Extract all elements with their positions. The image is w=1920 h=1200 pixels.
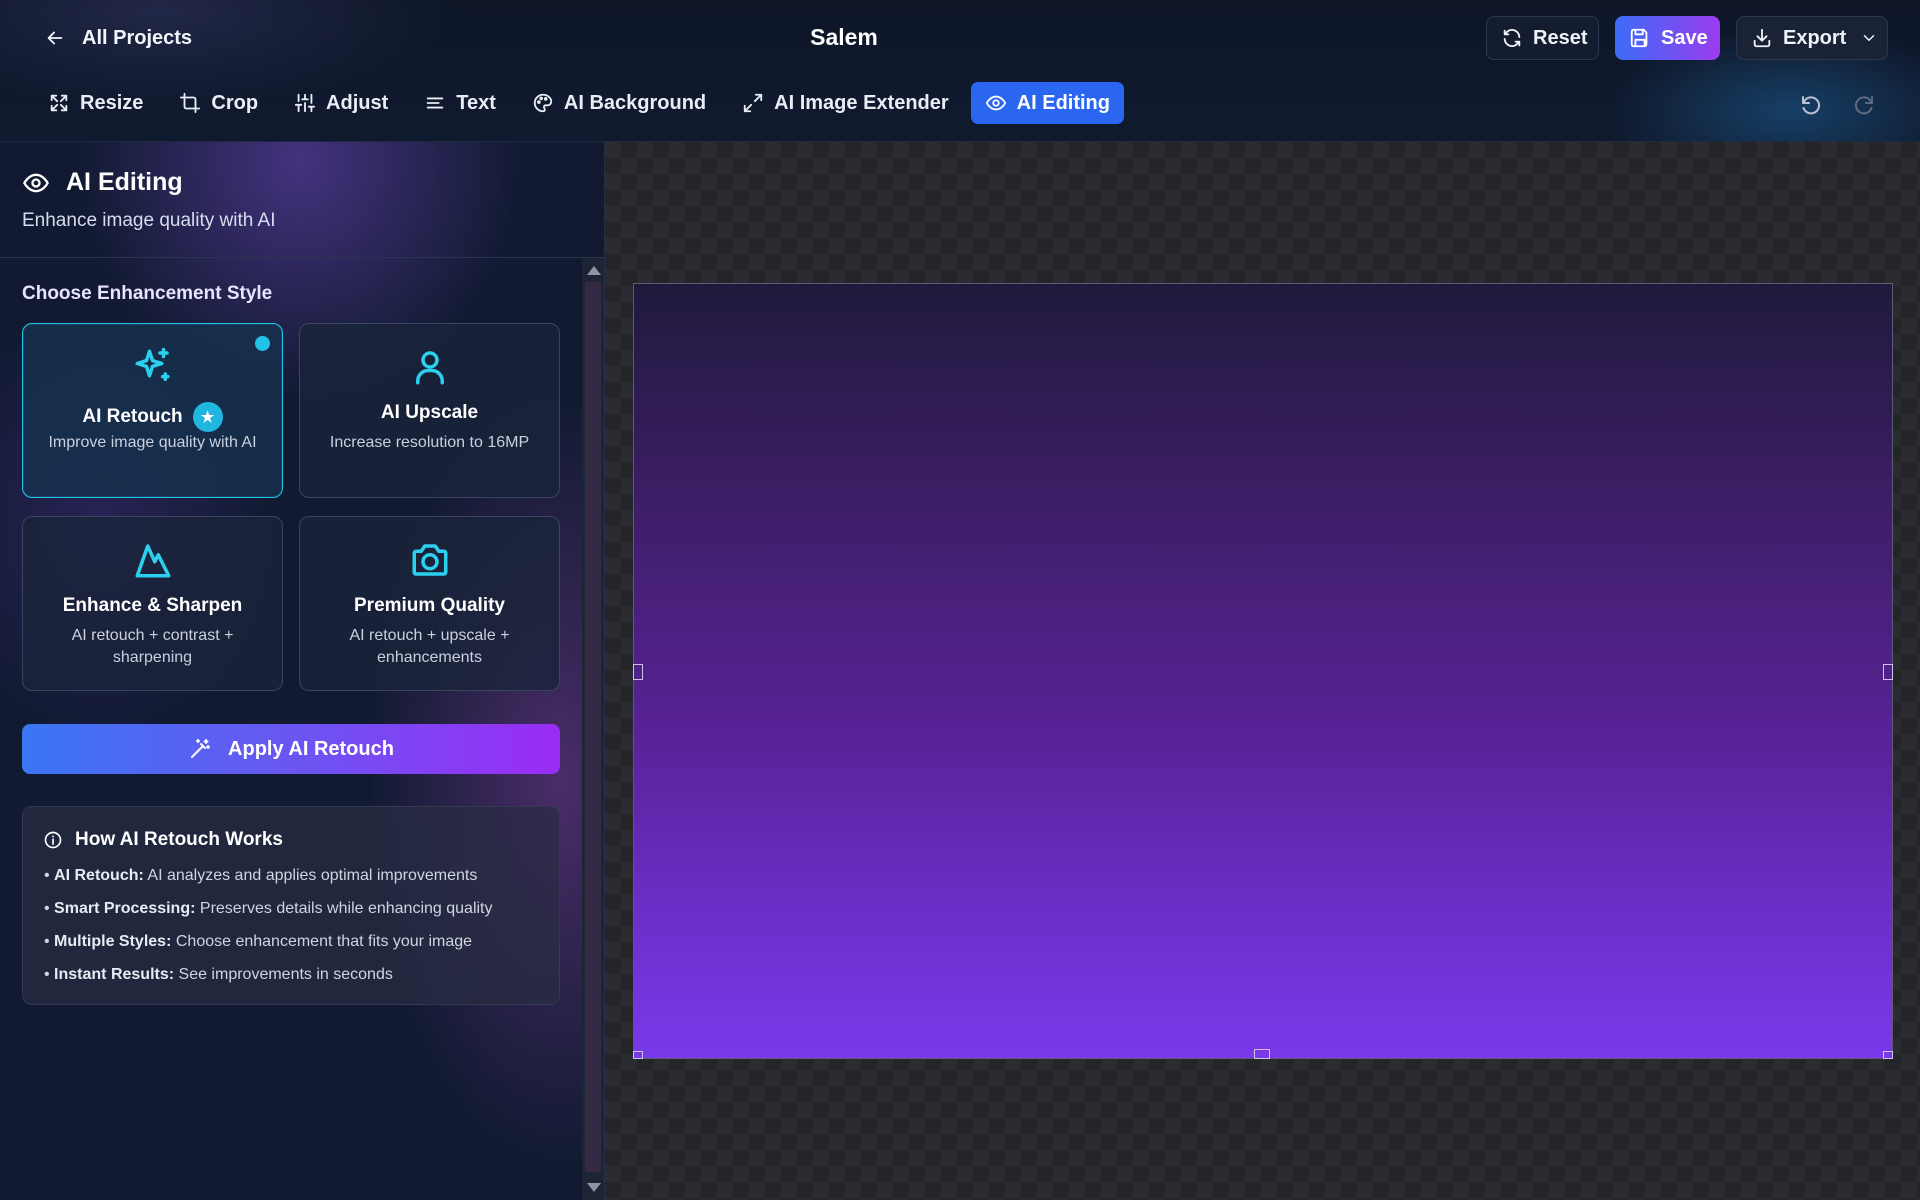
section-label: Choose Enhancement Style: [22, 283, 273, 304]
resize-handle-right[interactable]: [1883, 664, 1893, 680]
panel-header: AI Editing Enhance image quality with AI: [0, 142, 604, 258]
list-item: • Smart Processing: Preserves details wh…: [44, 900, 493, 917]
card-title-text: AI Retouch: [82, 406, 183, 427]
tool-crop[interactable]: Crop: [165, 82, 272, 124]
list-item-bold: Multiple Styles:: [54, 933, 172, 950]
chevron-down-icon: [1860, 29, 1878, 47]
header: All Projects Salem Reset Save Export Res…: [0, 0, 1920, 142]
tool-label: Resize: [80, 91, 144, 114]
editor-toolbar: Resize Crop Adjust Text AI Background AI…: [34, 82, 1132, 124]
card-description: AI retouch + upscale + enhancements: [349, 627, 510, 666]
card-description: AI retouch + contrast + sharpening: [71, 627, 234, 666]
tool-ai-image-extender[interactable]: AI Image Extender: [728, 82, 963, 124]
card-title: AI Retouch ★: [23, 402, 282, 432]
tool-adjust[interactable]: Adjust: [280, 82, 402, 124]
info-title-text: How AI Retouch Works: [75, 829, 283, 850]
eye-icon: [22, 169, 50, 197]
ai-editing-panel: AI Editing Enhance image quality with AI…: [0, 142, 605, 1200]
reset-button[interactable]: Reset: [1486, 16, 1599, 60]
list-item: • AI Retouch: AI analyzes and applies op…: [44, 867, 478, 884]
panel-title-text: AI Editing: [66, 168, 183, 196]
undo-button[interactable]: [1796, 90, 1826, 120]
sparkles-icon: [23, 346, 282, 388]
style-card-enhance-sharpen[interactable]: Enhance & Sharpen AI retouch + contrast …: [22, 516, 283, 691]
mountain-icon: [23, 539, 282, 581]
scrollbar-thumb[interactable]: [585, 282, 601, 1172]
scroll-up-arrow-icon[interactable]: [587, 266, 601, 275]
resize-icon: [48, 92, 70, 114]
text-icon: [424, 92, 446, 114]
tool-ai-background[interactable]: AI Background: [518, 82, 720, 124]
list-item-text: AI analyzes and applies optimal improvem…: [147, 867, 478, 884]
redo-button[interactable]: [1849, 90, 1879, 120]
sliders-icon: [294, 92, 316, 114]
user-icon: [300, 346, 559, 388]
card-description: Increase resolution to 16MP: [329, 434, 530, 451]
panel-title: AI Editing: [22, 168, 183, 197]
info-list: • AI Retouch: AI analyzes and applies op…: [44, 865, 493, 997]
info-title: How AI Retouch Works: [43, 829, 283, 851]
resize-handle-left[interactable]: [633, 664, 643, 680]
card-title-text: AI Upscale: [380, 402, 479, 423]
card-title-text: Enhance & Sharpen: [62, 595, 243, 616]
list-item: • Instant Results: See improvements in s…: [44, 966, 393, 983]
list-item-bold: Smart Processing:: [54, 900, 196, 917]
magic-wand-icon: [188, 737, 212, 761]
save-button[interactable]: Save: [1615, 16, 1720, 60]
card-title: Premium Quality: [300, 595, 559, 617]
info-box: How AI Retouch Works • AI Retouch: AI an…: [22, 806, 560, 1005]
export-button[interactable]: Export: [1736, 16, 1888, 60]
export-label: Export: [1783, 26, 1847, 49]
image-canvas[interactable]: [633, 283, 1893, 1059]
panel-scrollbar[interactable]: [582, 258, 604, 1200]
expand-icon: [742, 92, 764, 114]
list-item: • Multiple Styles: Choose enhancement th…: [44, 933, 473, 950]
card-title: Enhance & Sharpen: [23, 595, 282, 617]
crop-icon: [179, 92, 201, 114]
tool-ai-editing[interactable]: AI Editing: [970, 82, 1124, 124]
save-icon: [1629, 27, 1651, 49]
card-title: AI Upscale: [300, 402, 559, 424]
redo-icon: [1852, 93, 1876, 117]
apply-label: Apply AI Retouch: [228, 737, 394, 760]
save-label: Save: [1661, 26, 1708, 49]
palette-icon: [532, 92, 554, 114]
style-card-ai-upscale[interactable]: AI Upscale Increase resolution to 16MP: [299, 323, 560, 498]
download-icon: [1751, 27, 1773, 49]
tool-label: Text: [456, 91, 496, 114]
style-card-ai-retouch[interactable]: AI Retouch ★ Improve image quality with …: [22, 323, 283, 498]
reset-label: Reset: [1533, 26, 1588, 49]
camera-icon: [300, 539, 559, 581]
info-icon: [43, 830, 63, 850]
star-badge-icon: ★: [192, 402, 223, 432]
list-item-text: Preserves details while enhancing qualit…: [199, 900, 493, 917]
tool-label: Adjust: [326, 91, 389, 114]
card-description: Improve image quality with AI: [48, 434, 257, 451]
tool-label: AI Background: [563, 91, 707, 114]
list-item-text: Choose enhancement that fits your image: [175, 933, 473, 950]
apply-ai-retouch-button[interactable]: Apply AI Retouch: [22, 724, 560, 774]
canvas-area[interactable]: [605, 142, 1920, 1200]
panel-subtitle: Enhance image quality with AI: [22, 210, 276, 231]
tool-text[interactable]: Text: [410, 82, 510, 124]
resize-handle-bottom-left[interactable]: [633, 1051, 643, 1059]
scroll-down-arrow-icon[interactable]: [587, 1183, 601, 1192]
resize-handle-bottom[interactable]: [1254, 1049, 1270, 1059]
refresh-icon: [1501, 27, 1523, 49]
style-card-premium-quality[interactable]: Premium Quality AI retouch + upscale + e…: [299, 516, 560, 691]
list-item-text: See improvements in seconds: [178, 966, 393, 983]
tool-label: AI Image Extender: [774, 91, 949, 114]
tool-label: Crop: [211, 91, 259, 114]
tool-resize[interactable]: Resize: [34, 82, 157, 124]
tool-label: AI Editing: [1016, 91, 1110, 114]
list-item-bold: Instant Results:: [54, 966, 175, 983]
card-title-text: Premium Quality: [354, 595, 505, 616]
project-title: Salem: [810, 24, 878, 50]
undo-icon: [1799, 93, 1823, 117]
resize-handle-bottom-right[interactable]: [1883, 1051, 1893, 1059]
list-item-bold: AI Retouch:: [54, 867, 144, 884]
eye-icon: [985, 92, 1007, 114]
